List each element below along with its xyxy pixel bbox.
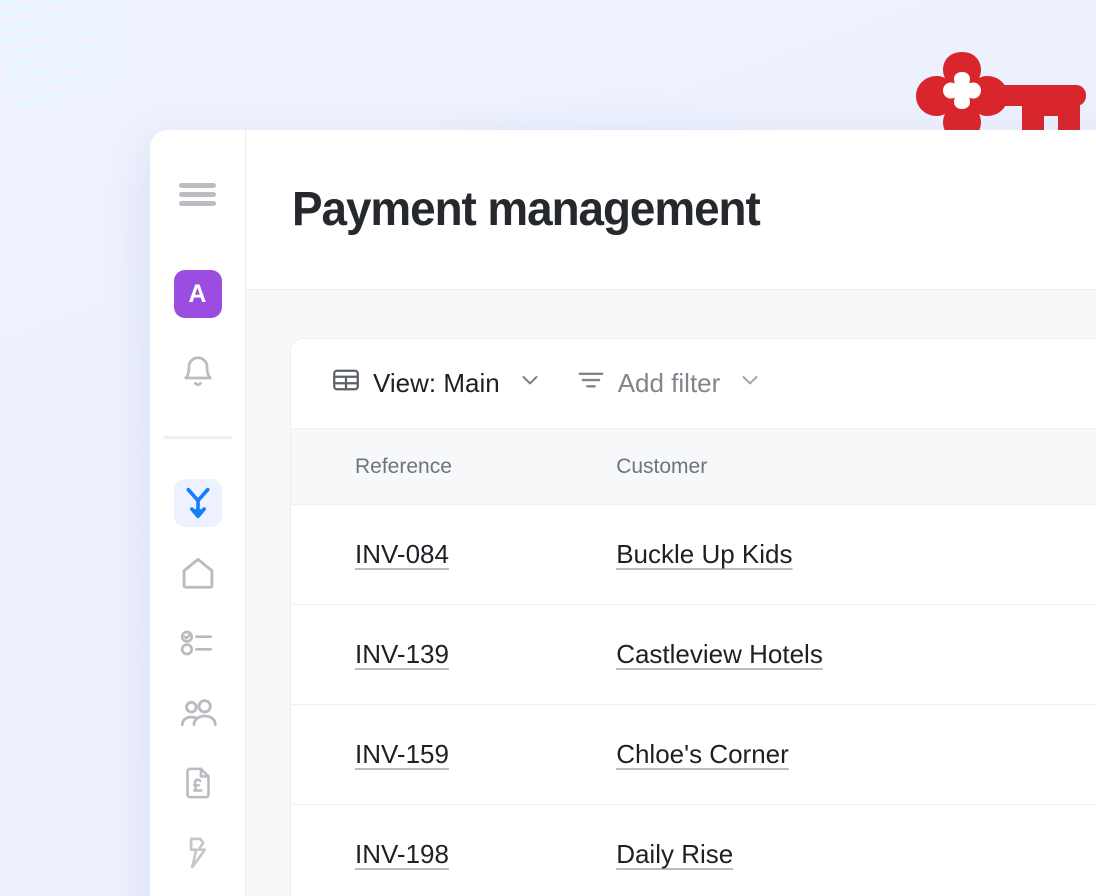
hamburger-menu-icon[interactable] — [174, 170, 222, 218]
tasks-checklist-icon[interactable] — [174, 619, 222, 667]
cell-customer: Castleview Hotels — [616, 604, 1009, 705]
reference-link[interactable]: INV-139 — [355, 639, 449, 669]
reference-link[interactable]: INV-198 — [355, 839, 449, 869]
main-content: Payment management View: Main Add filter… — [246, 130, 1096, 896]
chevron-down-icon — [738, 368, 762, 399]
column-header-customer[interactable]: Customer — [616, 428, 1009, 505]
customer-link[interactable]: Castleview Hotels — [616, 639, 823, 669]
cell-customer: Daily Rise — [616, 804, 1009, 896]
bell-icon[interactable] — [174, 348, 222, 396]
payments-table: Reference Customer Currency INV-084 Buckl… — [291, 428, 1096, 896]
cell-reference: INV-159 — [291, 704, 617, 805]
lightning-bolt-icon[interactable] — [174, 829, 222, 877]
table-row[interactable]: INV-139 Castleview Hotels GBP — [291, 604, 1096, 705]
table-toolbar: View: Main Add filter — [291, 339, 1096, 428]
page-title: Payment management — [292, 183, 761, 236]
cell-currency: GBP — [1008, 804, 1096, 896]
hamburger-bar — [179, 182, 216, 188]
table-header-row: Reference Customer Currency — [291, 428, 1096, 505]
reference-link[interactable]: INV-159 — [355, 739, 449, 769]
payments-table-card: View: Main Add filter Reference Customer… — [290, 338, 1096, 896]
page-header: Payment management — [246, 130, 1096, 290]
avatar-initial: A — [188, 279, 207, 308]
cell-customer: Chloe's Corner — [616, 704, 1009, 805]
table-row[interactable]: INV-198 Daily Rise GBP — [291, 804, 1096, 896]
table-grid-icon — [331, 365, 361, 402]
sidebar-divider — [162, 436, 233, 439]
filter-lines-icon — [576, 365, 606, 402]
content-area: View: Main Add filter Reference Customer… — [246, 290, 1096, 896]
customer-link[interactable]: Chloe's Corner — [616, 739, 789, 769]
table-row[interactable]: INV-159 Chloe's Corner GBP — [291, 704, 1096, 805]
customer-link[interactable]: Buckle Up Kids — [616, 539, 792, 569]
key-icon — [916, 52, 1086, 140]
people-icon[interactable] — [174, 689, 222, 737]
cell-currency: GBP — [1008, 504, 1096, 605]
document-pound-icon[interactable] — [174, 759, 222, 807]
column-header-currency[interactable]: Currency — [1008, 428, 1096, 505]
sidebar-rail: A — [150, 130, 246, 896]
view-label: View: Main — [373, 368, 500, 398]
cell-customer: Buckle Up Kids — [616, 504, 1009, 605]
add-filter-button[interactable]: Add filter — [576, 365, 763, 402]
chevron-down-icon — [518, 368, 542, 399]
cell-reference: INV-139 — [291, 604, 617, 705]
customer-link[interactable]: Daily Rise — [616, 839, 733, 869]
cell-reference: INV-198 — [291, 804, 617, 896]
cell-currency: GBP — [1008, 704, 1096, 805]
home-icon[interactable] — [174, 549, 222, 597]
filter-label: Add filter — [617, 368, 721, 398]
hamburger-bar — [179, 200, 216, 206]
y-arrow-logo-icon[interactable] — [173, 479, 222, 527]
column-header-reference[interactable]: Reference — [291, 428, 617, 505]
cell-reference: INV-084 — [291, 504, 617, 605]
hamburger-bar — [179, 191, 216, 197]
reference-link[interactable]: INV-084 — [355, 539, 449, 569]
table-header: Reference Customer Currency — [291, 428, 1096, 505]
app-window: A Payment management View: Main Add filt… — [150, 130, 1096, 896]
cell-currency: GBP — [1008, 604, 1096, 705]
view-selector-button[interactable]: View: Main — [331, 365, 542, 402]
table-body: INV-084 Buckle Up Kids GBP INV-139 Castlevie… — [291, 504, 1096, 896]
table-row[interactable]: INV-084 Buckle Up Kids GBP — [291, 504, 1096, 605]
avatar[interactable]: A — [173, 270, 222, 318]
